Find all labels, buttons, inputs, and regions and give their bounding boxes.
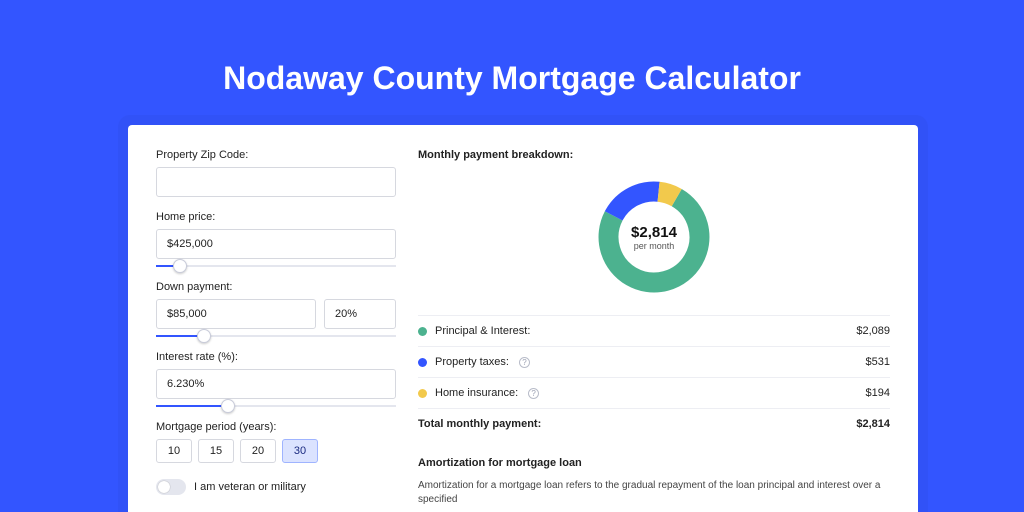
legend-row-tax: Property taxes: ? $531	[418, 347, 890, 378]
home-price-field: Home price:	[156, 211, 396, 267]
dot-icon	[418, 389, 427, 398]
legend-total-label: Total monthly payment:	[418, 418, 541, 430]
slider-thumb[interactable]	[197, 329, 211, 343]
down-payment-pct-input[interactable]	[324, 299, 396, 329]
period-10-button[interactable]: 10	[156, 439, 192, 463]
amortization-title: Amortization for mortgage loan	[418, 457, 890, 469]
interest-rate-label: Interest rate (%):	[156, 351, 396, 363]
dot-icon	[418, 327, 427, 336]
amortization-body: Amortization for a mortgage loan refers …	[418, 479, 890, 507]
veteran-row: I am veteran or military	[156, 479, 396, 495]
legend-row-ins: Home insurance: ? $194	[418, 378, 890, 409]
down-payment-slider[interactable]	[156, 335, 396, 337]
home-price-input[interactable]	[156, 229, 396, 259]
dot-icon	[418, 358, 427, 367]
zip-field: Property Zip Code:	[156, 149, 396, 197]
period-20-button[interactable]: 20	[240, 439, 276, 463]
home-price-label: Home price:	[156, 211, 396, 223]
zip-input[interactable]	[156, 167, 396, 197]
down-payment-input[interactable]	[156, 299, 316, 329]
period-30-button[interactable]: 30	[282, 439, 318, 463]
donut-chart: $2,814 per month	[594, 177, 714, 297]
legend-row-total: Total monthly payment: $2,814	[418, 409, 890, 439]
zip-label: Property Zip Code:	[156, 149, 396, 161]
amortization-section: Amortization for mortgage loan Amortizat…	[418, 457, 890, 507]
info-icon[interactable]: ?	[519, 357, 530, 368]
donut-sub: per month	[634, 241, 675, 251]
down-payment-field: Down payment:	[156, 281, 396, 337]
slider-thumb[interactable]	[173, 259, 187, 273]
legend-pi-label: Principal & Interest:	[435, 325, 530, 337]
legend-pi-value: $2,089	[856, 325, 890, 337]
interest-rate-slider[interactable]	[156, 405, 396, 407]
legend-total-value: $2,814	[856, 418, 890, 430]
slider-thumb[interactable]	[221, 399, 235, 413]
page-title: Nodaway County Mortgage Calculator	[0, 0, 1024, 97]
donut-amount: $2,814	[631, 224, 677, 241]
period-15-button[interactable]: 15	[198, 439, 234, 463]
donut-chart-wrap: $2,814 per month	[418, 171, 890, 315]
mortgage-period-label: Mortgage period (years):	[156, 421, 396, 433]
form-column: Property Zip Code: Home price: Down paym…	[156, 149, 396, 512]
interest-rate-input[interactable]	[156, 369, 396, 399]
legend: Principal & Interest: $2,089 Property ta…	[418, 315, 890, 439]
veteran-toggle[interactable]	[156, 479, 186, 495]
veteran-label: I am veteran or military	[194, 481, 306, 493]
breakdown-title: Monthly payment breakdown:	[418, 149, 890, 161]
legend-ins-value: $194	[866, 387, 890, 399]
legend-ins-label: Home insurance:	[435, 387, 518, 399]
legend-tax-value: $531	[866, 356, 890, 368]
period-options: 10 15 20 30	[156, 439, 396, 463]
interest-rate-field: Interest rate (%):	[156, 351, 396, 407]
info-icon[interactable]: ?	[528, 388, 539, 399]
calculator-card: Property Zip Code: Home price: Down paym…	[128, 125, 918, 512]
home-price-slider[interactable]	[156, 265, 396, 267]
down-payment-label: Down payment:	[156, 281, 396, 293]
legend-tax-label: Property taxes:	[435, 356, 509, 368]
breakdown-column: Monthly payment breakdown: $2,814 per mo…	[418, 149, 890, 512]
mortgage-period-field: Mortgage period (years): 10 15 20 30	[156, 421, 396, 463]
legend-row-pi: Principal & Interest: $2,089	[418, 316, 890, 347]
